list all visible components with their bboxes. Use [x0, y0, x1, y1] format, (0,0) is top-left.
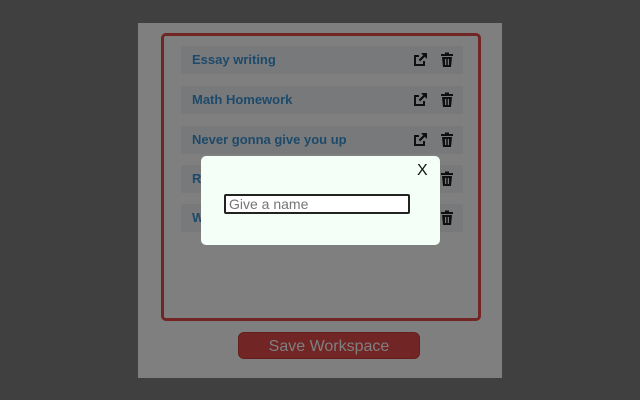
app-stage: Essay writing Math Homework Never gonn — [0, 0, 640, 400]
name-input[interactable] — [224, 194, 410, 214]
name-dialog: X — [201, 156, 440, 245]
close-button[interactable]: X — [417, 162, 428, 180]
